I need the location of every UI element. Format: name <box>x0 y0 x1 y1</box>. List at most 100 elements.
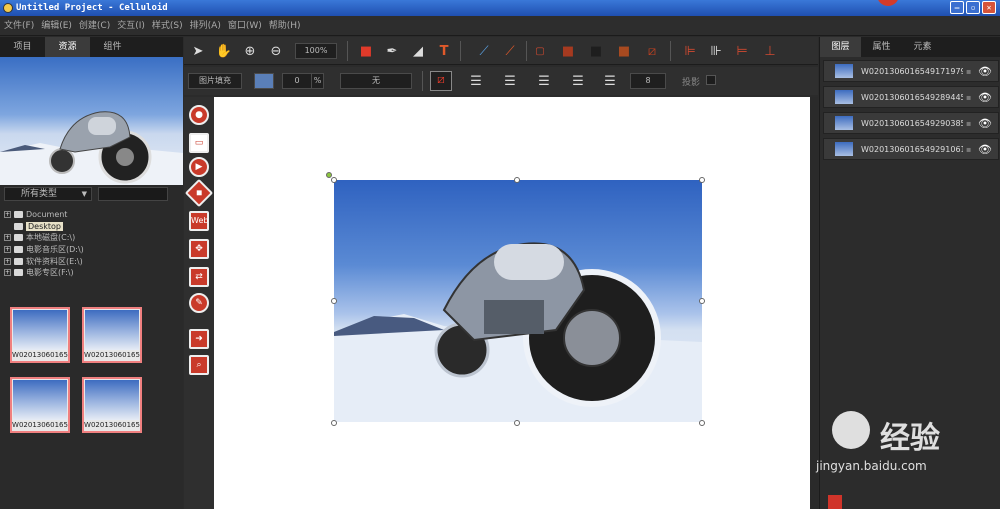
style-dropdown[interactable]: 无 <box>340 73 412 89</box>
screen-icon[interactable]: ▭ <box>189 133 209 153</box>
stroke-weight-4-icon[interactable]: ☰ <box>568 71 588 91</box>
tree-item-drive-d[interactable]: + 电影音乐区(D:\) <box>4 244 174 256</box>
gradient-icon[interactable]: ■ <box>614 41 634 61</box>
tree-item-desktop[interactable]: Desktop <box>4 221 174 233</box>
stroke-weight-1-icon[interactable]: ☰ <box>466 71 486 91</box>
tab-components[interactable]: 组件 <box>90 37 135 57</box>
stroke-color-icon[interactable]: ■ <box>586 41 606 61</box>
resize-handle-bottom-left[interactable] <box>331 420 337 426</box>
tree-item-drive-e[interactable]: + 软件资料区(E:\) <box>4 255 174 267</box>
expand-icon[interactable]: + <box>4 211 11 219</box>
menu-interact[interactable]: 交互(I) <box>117 16 152 35</box>
menu-style[interactable]: 样式(S) <box>152 16 190 35</box>
no-stroke-icon[interactable]: ⧄ <box>430 71 452 91</box>
stroke-weight-3-icon[interactable]: ☰ <box>534 71 554 91</box>
fill-color-icon[interactable]: ■ <box>558 41 578 61</box>
type-filter-dropdown[interactable]: 所有类型 ▼ <box>4 187 92 201</box>
lock-icon[interactable]: ▪ <box>966 93 971 102</box>
eye-icon[interactable]: 👁 <box>978 65 992 78</box>
resize-handle-top-left[interactable] <box>331 177 337 183</box>
thumbnail-item[interactable]: W02013060165 <box>82 307 142 363</box>
stroke-weight-2-icon[interactable]: ☰ <box>500 71 520 91</box>
align-right-icon[interactable]: ⊨ <box>732 41 752 61</box>
brush-icon[interactable]: ⟋ <box>500 41 520 61</box>
resize-handle-bottom-right[interactable] <box>699 420 705 426</box>
lock-icon[interactable]: ▪ <box>966 145 971 154</box>
tab-project[interactable]: 项目 <box>0 37 45 57</box>
align-center-icon[interactable]: ⊪ <box>706 41 726 61</box>
tree-item-document[interactable]: + Document <box>4 209 174 221</box>
minimize-icon[interactable]: – <box>950 1 964 14</box>
add-layer-icon[interactable] <box>828 495 842 509</box>
offset-input[interactable]: 0 <box>282 73 312 89</box>
no-fill-icon[interactable]: ⧄ <box>642 41 662 61</box>
tree-item-drive-c[interactable]: + 本地磁盘(C:\) <box>4 232 174 244</box>
fill-image-swatch[interactable] <box>254 73 274 89</box>
menu-arrange[interactable]: 排列(A) <box>190 16 228 35</box>
layer-row[interactable]: W020130601654928944525 ▪ 👁 <box>823 86 999 108</box>
web-icon[interactable]: Web <box>189 211 209 231</box>
tree-item-drive-f[interactable]: + 电影专区(F:\) <box>4 267 174 279</box>
fill-type-dropdown[interactable]: 图片填充 <box>188 73 242 89</box>
close-icon[interactable]: ✕ <box>982 1 996 14</box>
expand-icon[interactable]: + <box>4 234 11 242</box>
resize-handle-right[interactable] <box>699 298 705 304</box>
menu-help[interactable]: 帮助(H) <box>269 16 308 35</box>
zoom-out-icon[interactable]: ⊖ <box>266 41 286 61</box>
lock-icon[interactable]: ▪ <box>966 67 971 76</box>
menu-window[interactable]: 窗口(W) <box>228 16 269 35</box>
canvas-image-motorcycle[interactable] <box>334 180 702 422</box>
maximize-icon[interactable]: ▫ <box>966 1 980 14</box>
stroke-size-dropdown[interactable]: 8 <box>630 73 666 89</box>
expand-icon[interactable]: + <box>4 257 11 265</box>
select-arrow-icon[interactable]: ➤ <box>188 41 208 61</box>
menu-file[interactable]: 文件(F) <box>4 16 41 35</box>
align-bottom-icon[interactable]: ⊥ <box>760 41 780 61</box>
move-icon[interactable]: ✥ <box>189 239 209 259</box>
zoom-in-icon[interactable]: ⊕ <box>240 41 260 61</box>
play-icon[interactable]: ▶ <box>189 157 209 177</box>
layer-row[interactable]: W020130601654929106139 ▪ 👁 <box>823 138 999 160</box>
eyedropper-icon[interactable]: ⟋ <box>474 41 494 61</box>
diamond-icon[interactable]: ◆ <box>184 178 214 208</box>
vertical-scrollbar[interactable] <box>810 97 818 509</box>
thumbnail-item[interactable]: W02013060165 <box>10 307 70 363</box>
resize-handle-left[interactable] <box>331 298 337 304</box>
brush-stamp-icon[interactable]: ✎ <box>189 293 209 313</box>
tab-elements[interactable]: 元素 <box>902 37 943 57</box>
search-object-icon[interactable]: ⌕ <box>189 355 209 375</box>
tab-layers[interactable]: 图层 <box>820 37 861 57</box>
zoom-level-field[interactable]: 100% <box>295 43 337 59</box>
shadow-checkbox[interactable] <box>706 75 716 85</box>
menu-edit[interactable]: 编辑(E) <box>41 16 79 35</box>
add-image-icon[interactable]: ■ <box>356 41 376 61</box>
hand-icon[interactable]: ✋ <box>214 41 234 61</box>
layer-row[interactable]: W020130601654917197929 ▪ 👁 <box>823 60 999 82</box>
thumbnail-item[interactable]: W02013060165 <box>82 377 142 433</box>
swap-icon[interactable]: ⇄ <box>189 267 209 287</box>
shape-tool-icon[interactable]: ◢ <box>408 41 428 61</box>
resize-handle-top-right[interactable] <box>699 177 705 183</box>
expand-icon[interactable]: + <box>4 269 11 277</box>
tab-properties[interactable]: 属性 <box>861 37 902 57</box>
align-left-icon[interactable]: ⊫ <box>680 41 700 61</box>
stroke-weight-5-icon[interactable]: ☰ <box>600 71 620 91</box>
menu-create[interactable]: 创建(C) <box>79 16 117 35</box>
layer-row[interactable]: W020130601654929038514 ▪ 👁 <box>823 112 999 134</box>
eye-icon[interactable]: 👁 <box>978 117 992 130</box>
notification-icon[interactable] <box>877 0 899 6</box>
eye-icon[interactable]: 👁 <box>978 91 992 104</box>
text-style-icon[interactable]: ▢ <box>530 41 550 61</box>
arrow-right-icon[interactable]: ➜ <box>189 329 209 349</box>
lock-icon[interactable]: ▪ <box>966 119 971 128</box>
resize-handle-top[interactable] <box>514 177 520 183</box>
expand-icon[interactable]: + <box>4 246 11 254</box>
resize-handle-bottom[interactable] <box>514 420 520 426</box>
eye-icon[interactable]: 👁 <box>978 143 992 156</box>
text-tool-icon[interactable]: T <box>434 41 454 61</box>
filter-search-input[interactable] <box>98 187 168 201</box>
tab-resources[interactable]: 资源 <box>45 37 90 57</box>
pen-tool-icon[interactable]: ✒ <box>382 41 402 61</box>
record-icon[interactable]: ● <box>189 105 209 125</box>
thumbnail-item[interactable]: W02013060165 <box>10 377 70 433</box>
